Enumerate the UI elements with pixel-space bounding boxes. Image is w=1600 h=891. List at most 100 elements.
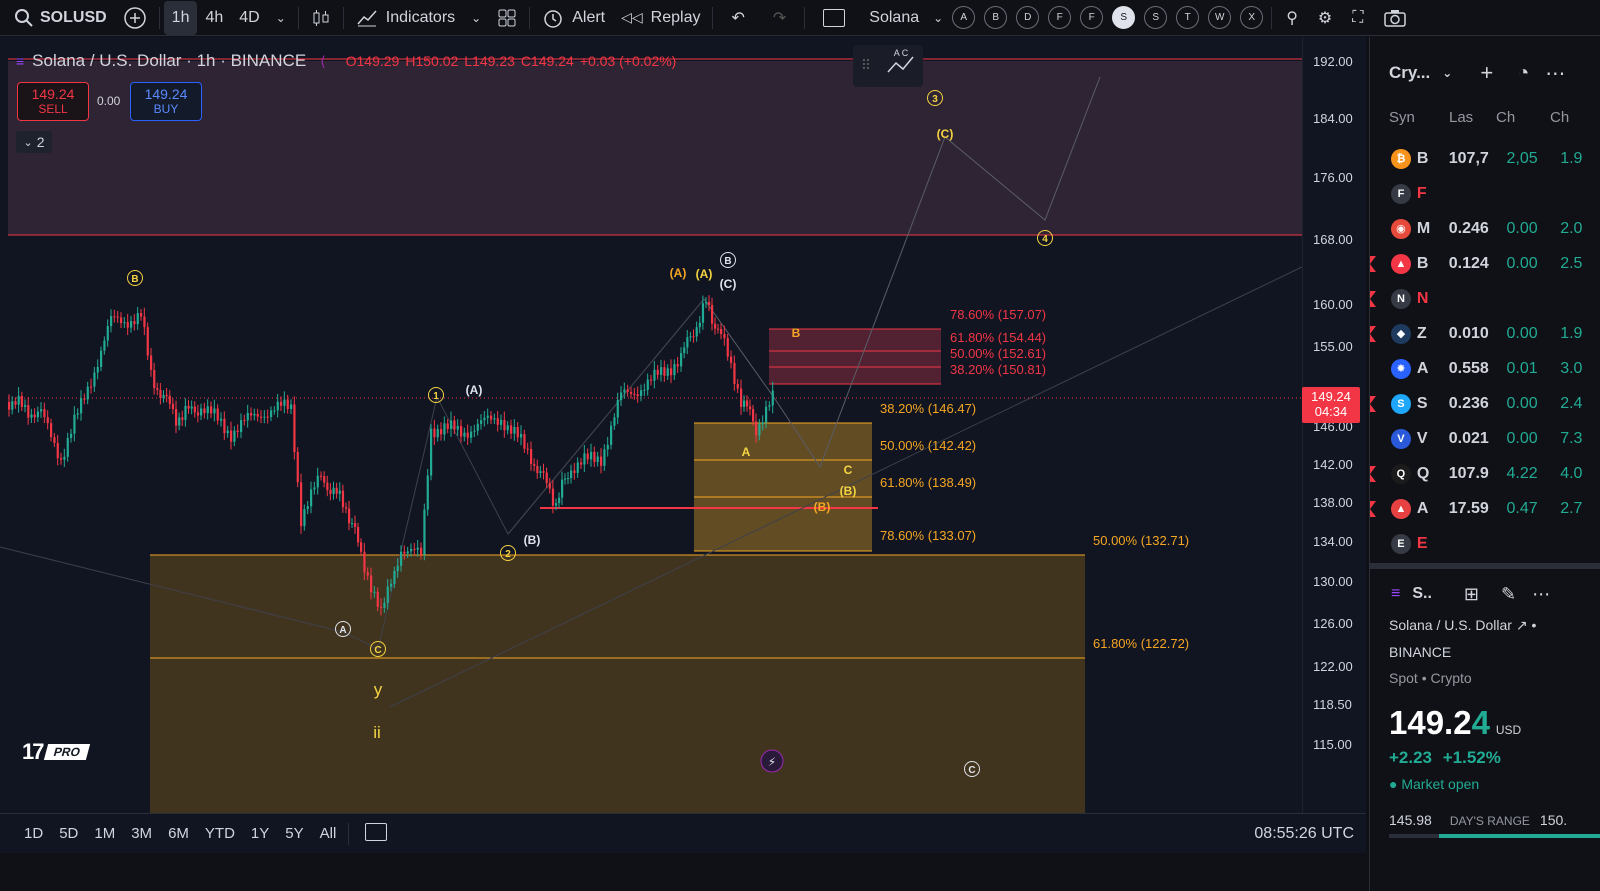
quick-letter-w[interactable]: W (1208, 6, 1232, 29)
details-name[interactable]: Solana / U.S. Dollar (1389, 617, 1512, 633)
quick-letter-b[interactable]: B (984, 6, 1008, 29)
chart-type-button[interactable] (303, 0, 339, 36)
candle (332, 487, 335, 494)
flag-icon[interactable] (1370, 326, 1376, 342)
wave-4-label: 4 (1042, 234, 1048, 245)
watchlist-row[interactable]: V V 0.021 0.00 7.3 (1370, 421, 1600, 456)
price-axis[interactable]: 192.00 184.00 176.00 168.00 160.00 155.00 146.… (1302, 37, 1366, 813)
external-link-icon[interactable]: ↗ (1516, 617, 1528, 633)
redo-button[interactable]: ↷ (759, 0, 800, 36)
utc-clock[interactable]: 08:55:26 UTC (1254, 825, 1354, 843)
interval-4h[interactable]: 4h (197, 0, 231, 36)
watchlist-row[interactable]: NN (1370, 281, 1600, 316)
range-ytd[interactable]: YTD (197, 825, 243, 842)
quick-letter-a[interactable]: A (952, 6, 976, 29)
alert-button[interactable]: Alert (534, 0, 613, 36)
compare-add-button[interactable] (115, 0, 155, 36)
watchlist-row[interactable]: ₿ B 107,7 2,05 1.9 (1370, 141, 1600, 176)
flag-icon[interactable] (1370, 466, 1376, 482)
watchlist-row[interactable]: FF (1370, 176, 1600, 211)
drag-handle-icon[interactable]: ⠿ (861, 57, 871, 73)
watchlist-row[interactable]: ◆ Z 0.010 0.00 1.9 (1370, 316, 1600, 351)
price-chart[interactable]: 78.60% (157.07) 61.80% (154.44) 50.00% (… (0, 37, 1302, 813)
templates-button[interactable] (489, 0, 525, 36)
watchlist-row[interactable]: S S 0.236 0.00 2.4 (1370, 386, 1600, 421)
candle (236, 430, 239, 433)
more-icon[interactable]: ⋯ (1532, 584, 1550, 605)
interval-dropdown[interactable]: ⌄ (268, 0, 294, 36)
settings-button[interactable]: ⚙ (1308, 0, 1342, 36)
range-all[interactable]: All (312, 825, 345, 842)
quick-letter-s[interactable]: S (1144, 6, 1168, 29)
candle (210, 406, 213, 414)
range-5y[interactable]: 5Y (277, 825, 311, 842)
bottom-toolbar: 1D 5D 1M 3M 6M YTD 1Y 5Y All 08:55:26 UTC (0, 813, 1366, 853)
col-change[interactable]: Ch (1496, 109, 1515, 126)
layout-button[interactable] (809, 0, 859, 36)
range-1m[interactable]: 1M (86, 825, 123, 842)
interval-4d[interactable]: 4D (231, 0, 267, 36)
details-change-pct: +1.52% (1442, 748, 1501, 767)
legend-title[interactable]: Solana / U.S. Dollar · 1h · BINANCE (32, 51, 306, 71)
flag-icon[interactable] (1370, 501, 1376, 517)
range-6m[interactable]: 6M (160, 825, 197, 842)
col-change-pct[interactable]: Ch (1550, 109, 1569, 126)
watchlist-row[interactable]: Q Q 107.9 4.22 4.0 (1370, 456, 1600, 491)
candle (393, 571, 396, 584)
fullscreen-button[interactable]: ⛶ (1342, 0, 1373, 36)
quick-letter-s[interactable]: S (1112, 6, 1136, 29)
watchlist-row[interactable]: EE (1370, 526, 1600, 561)
watchlist-row[interactable]: ▲ B 0.124 0.00 2.5 (1370, 246, 1600, 281)
layout-dropdown[interactable]: ⌄ (929, 0, 947, 36)
quick-letter-f[interactable]: F (1048, 6, 1072, 29)
replay-button[interactable]: ◁◁ Replay (613, 0, 708, 36)
watchlist-row[interactable]: ✸ A 0.558 0.01 3.0 (1370, 351, 1600, 386)
quick-letter-t[interactable]: T (1176, 6, 1200, 29)
watchlist-title[interactable]: Cry... (1389, 63, 1430, 83)
candle (771, 390, 774, 406)
candle (53, 437, 56, 443)
flag-icon[interactable] (1370, 291, 1376, 307)
undo-button[interactable]: ↶ (717, 0, 758, 36)
watchlist-row[interactable]: ◉ M 0.246 0.00 2.0 (1370, 211, 1600, 246)
share-icon[interactable]: ⟨ (320, 53, 325, 70)
widget-icon[interactable]: ◔ (1517, 62, 1529, 85)
quick-letter-x[interactable]: X (1240, 6, 1264, 29)
grid-icon[interactable]: ⊞ (1464, 584, 1479, 605)
candle (276, 401, 279, 411)
chart-pane[interactable]: 78.60% (157.07) 61.80% (154.44) 50.00% (… (0, 37, 1366, 838)
symbol-search-button[interactable]: SOLUSD (0, 0, 115, 36)
snapshot-button[interactable] (1373, 0, 1417, 36)
tradingview-logo[interactable]: 17 PRO (22, 739, 91, 765)
goto-date-button[interactable] (353, 822, 399, 845)
watchlist-row[interactable]: ▲ A 17.59 0.47 2.7 (1370, 491, 1600, 526)
wave-c-circle: C (374, 645, 381, 656)
flag-icon[interactable] (1370, 396, 1376, 412)
candle (175, 408, 178, 426)
more-icon[interactable]: ⋯ (1545, 61, 1565, 86)
chevron-down-icon[interactable]: ⌄ (1442, 66, 1452, 80)
range-1d[interactable]: 1D (16, 825, 51, 842)
interval-1h[interactable]: 1h (163, 0, 198, 35)
quick-letter-f[interactable]: F (1080, 6, 1104, 29)
candle (323, 476, 326, 483)
indicators-dropdown[interactable]: ⌄ (463, 0, 489, 36)
range-3m[interactable]: 3M (123, 825, 160, 842)
add-symbol-icon[interactable]: + (1480, 60, 1493, 86)
col-symbol[interactable]: Syn (1389, 109, 1415, 126)
candle (746, 400, 749, 407)
buy-button[interactable]: 149.24 BUY (130, 82, 202, 121)
quick-letter-d[interactable]: D (1016, 6, 1040, 29)
range-1y[interactable]: 1Y (243, 825, 277, 842)
candle (542, 471, 545, 473)
layout-name[interactable]: Solana (859, 0, 929, 36)
col-last[interactable]: Las (1449, 109, 1473, 126)
watchlist-last: 0.246 (1448, 219, 1489, 237)
quick-search-button[interactable]: ⚲ (1276, 0, 1308, 36)
flag-icon[interactable] (1370, 256, 1376, 272)
sell-button[interactable]: 149.24 SELL (17, 82, 89, 121)
edit-icon[interactable]: ✎ (1501, 584, 1516, 605)
indicators-button[interactable]: Indicators (348, 0, 463, 36)
range-5d[interactable]: 5D (51, 825, 86, 842)
indicators-collapse-button[interactable]: ⌄ 2 (16, 131, 52, 153)
